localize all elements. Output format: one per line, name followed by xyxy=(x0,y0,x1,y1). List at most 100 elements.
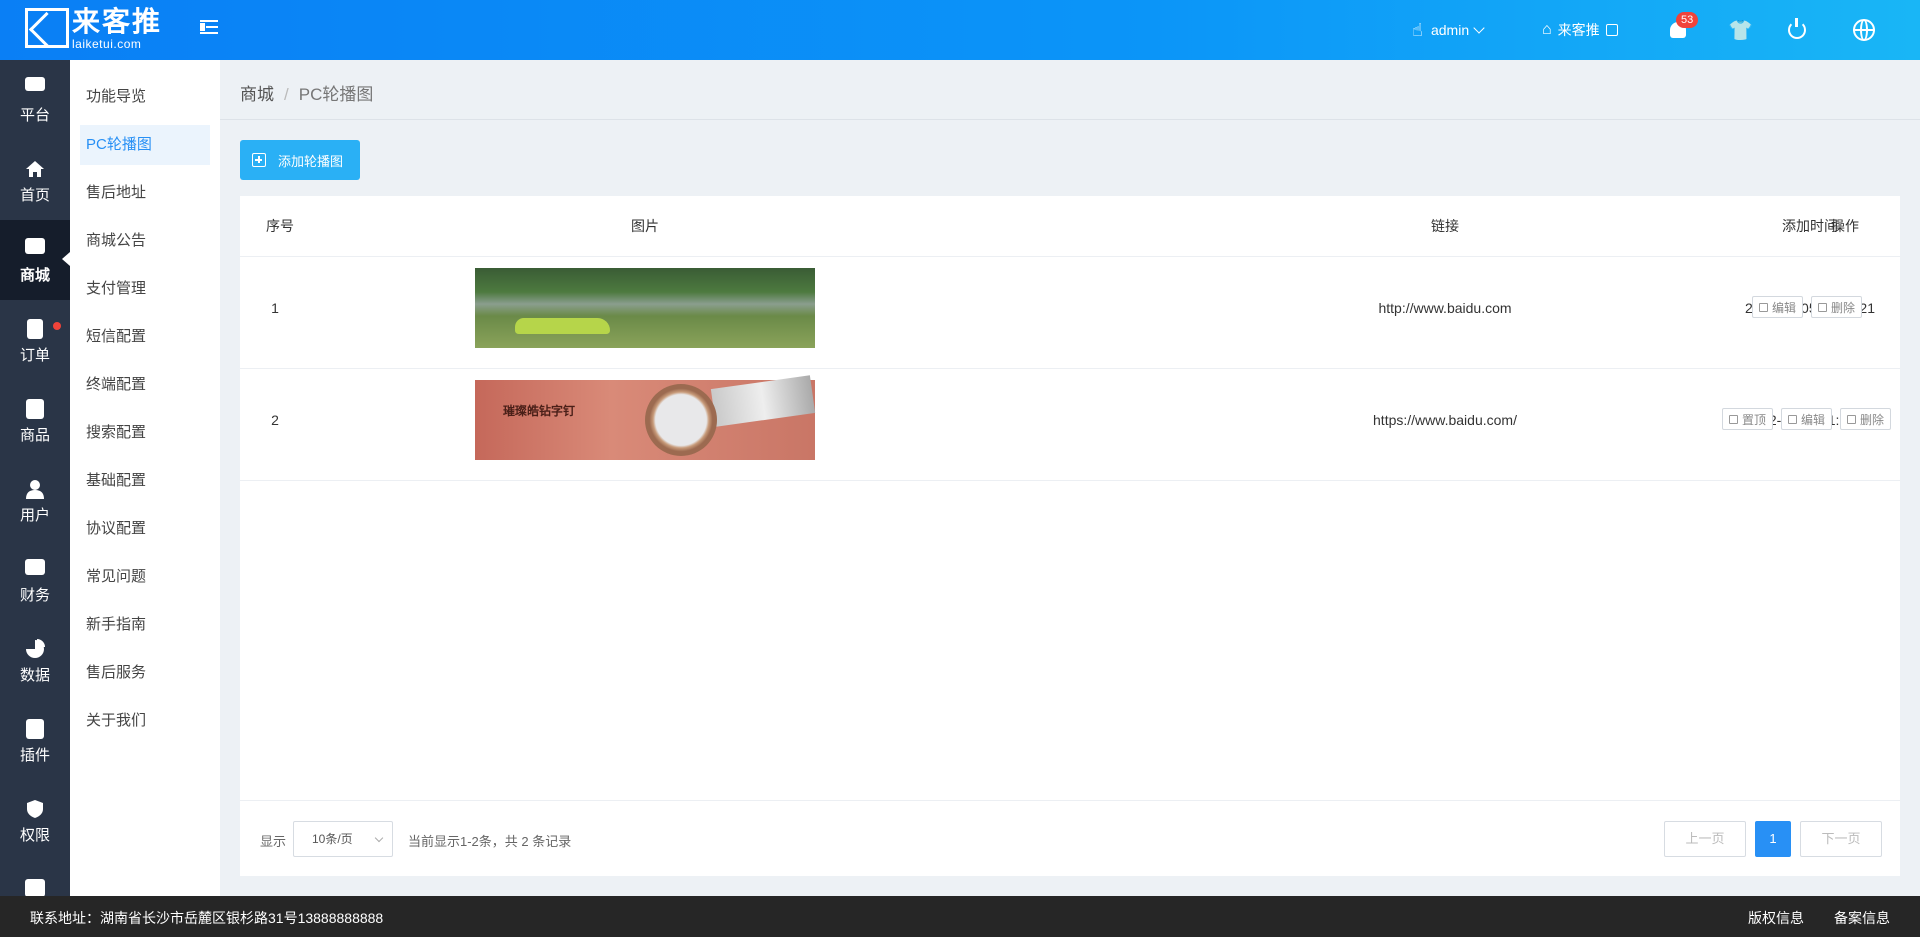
page-size-select[interactable]: 10条/页 xyxy=(293,821,393,857)
logout-button[interactable] xyxy=(1788,0,1806,60)
globe-icon xyxy=(1853,19,1875,41)
nav-label: 订单 xyxy=(19,347,50,364)
nav-order[interactable]: 订单 xyxy=(0,300,70,380)
subnav-item[interactable]: 基础配置 xyxy=(80,461,210,501)
prev-page-button[interactable]: 上一页 xyxy=(1664,821,1746,857)
breadcrumb-separator: / xyxy=(284,85,289,104)
copyright-link[interactable]: 版权信息 xyxy=(1748,908,1804,928)
delete-label: 删除 xyxy=(1860,412,1885,427)
notification-button[interactable] xyxy=(1670,0,1686,60)
logo[interactable]: 来客推 laiketui.com xyxy=(72,6,163,52)
nav-label: 插件 xyxy=(19,747,50,764)
order-icon xyxy=(27,319,43,339)
external-link-icon xyxy=(1605,24,1618,36)
subnav-item[interactable]: 支付管理 xyxy=(80,269,210,309)
subnav-item-active[interactable]: PC轮播图 xyxy=(80,125,210,165)
shirt-icon: 👕 xyxy=(1728,19,1753,42)
subnav-item[interactable]: 搜索配置 xyxy=(80,413,210,453)
subnav-item[interactable]: 商城公告 xyxy=(80,221,210,261)
menu-toggle-icon[interactable] xyxy=(200,18,218,36)
trash-icon xyxy=(1847,414,1857,424)
nav-home[interactable]: 首页 xyxy=(0,140,70,220)
row-index: 1 xyxy=(271,300,279,316)
subnav-item[interactable]: 关于我们 xyxy=(80,701,210,741)
subnav-item[interactable]: 售后服务 xyxy=(80,653,210,693)
subnav-item[interactable]: 终端配置 xyxy=(80,365,210,405)
breadcrumb-bar: 商城 / PC轮播图 xyxy=(220,60,1920,120)
contact-address: 联系地址：湖南省长沙市岳麓区银杉路31号13888888888 xyxy=(30,910,384,926)
power-icon xyxy=(1788,18,1806,39)
nav-more[interactable] xyxy=(0,860,70,896)
logo-icon xyxy=(25,8,69,48)
breadcrumb-current: PC轮播图 xyxy=(298,85,374,104)
breadcrumb-root[interactable]: 商城 xyxy=(240,85,274,104)
nav-label: 商城 xyxy=(19,267,50,284)
plus-square-icon xyxy=(252,153,266,167)
car-shape xyxy=(515,318,610,334)
pagination-bar: 显示 10条/页 当前显示1-2条，共 2 条记录 上一页 1 下一页 xyxy=(240,800,1900,876)
nav-plugin[interactable]: 插件 xyxy=(0,700,70,780)
nav-mall[interactable]: 商城 xyxy=(0,220,70,300)
logo-subtitle: laiketui.com xyxy=(72,37,142,51)
nav-finance[interactable]: 财务 xyxy=(0,540,70,620)
subnav-item[interactable]: 短信配置 xyxy=(80,317,210,357)
pin-top-button[interactable]: 置顶 xyxy=(1722,408,1774,430)
nav-label: 数据 xyxy=(19,667,50,684)
breadcrumb: 商城 / PC轮播图 xyxy=(240,80,373,105)
add-carousel-button[interactable]: 添加轮播图 xyxy=(240,140,360,180)
carousel-table: 序号 图片 链接 添加时间 操作 1 http://www.baidu.com … xyxy=(240,196,1900,876)
col-header-ops: 操作 xyxy=(1831,218,1859,234)
primary-sidebar: 平台 首页 商城 订单 商品 用户 财务 数据 插件 权限 xyxy=(0,60,70,896)
edit-button[interactable]: 编辑 xyxy=(1781,408,1833,430)
nav-user[interactable]: 用户 xyxy=(0,460,70,540)
filing-link[interactable]: 备案信息 xyxy=(1834,908,1890,928)
image-icon xyxy=(25,879,45,896)
next-page-button[interactable]: 下一页 xyxy=(1800,821,1882,857)
edit-icon xyxy=(1759,302,1768,312)
page-number-button[interactable]: 1 xyxy=(1755,821,1791,857)
mall-icon xyxy=(25,238,45,254)
subnav-item[interactable]: 新手指南 xyxy=(80,605,210,645)
subnav-item[interactable]: 协议配置 xyxy=(80,509,210,549)
col-header-link: 链接 xyxy=(1431,218,1459,234)
store-link[interactable]: ⌂ 来客推 xyxy=(1542,0,1618,60)
subnav-item[interactable]: 售后地址 xyxy=(80,173,210,213)
nav-goods[interactable]: 商品 xyxy=(0,380,70,460)
edit-button[interactable]: 编辑 xyxy=(1752,296,1804,318)
delete-button[interactable]: 删除 xyxy=(1811,296,1863,318)
nav-label: 商品 xyxy=(19,427,50,444)
home-icon xyxy=(25,159,45,179)
watch-face xyxy=(645,384,717,456)
page-footer: 联系地址：湖南省长沙市岳麓区银杉路31号13888888888 版权信息 备案信… xyxy=(0,896,1920,937)
nav-data[interactable]: 数据 xyxy=(0,620,70,700)
logo-title: 来客推 xyxy=(72,6,163,37)
nav-platform[interactable]: 平台 xyxy=(0,60,70,140)
carousel-image xyxy=(475,268,815,348)
user-menu[interactable]: ☝ admin xyxy=(1412,0,1485,60)
wallet-icon xyxy=(25,559,45,575)
secondary-sidebar: 功能导览 PC轮播图 售后地址 商城公告 支付管理 短信配置 终端配置 搜索配置… xyxy=(70,60,220,896)
divider xyxy=(240,480,1900,481)
edit-label: 编辑 xyxy=(1801,412,1826,427)
theme-button[interactable]: 👕 xyxy=(1728,0,1753,60)
row-index: 2 xyxy=(271,412,279,428)
order-dot xyxy=(53,322,61,330)
row-link: http://www.baidu.com xyxy=(1378,300,1512,316)
add-carousel-label: 添加轮播图 xyxy=(278,153,344,169)
nav-permission[interactable]: 权限 xyxy=(0,780,70,860)
goods-icon xyxy=(26,399,44,419)
row-link: https://www.baidu.com/ xyxy=(1373,412,1517,428)
delete-button[interactable]: 删除 xyxy=(1840,408,1892,430)
chevron-down-icon xyxy=(374,833,384,843)
language-button[interactable] xyxy=(1853,0,1875,60)
subnav-item[interactable]: 常见问题 xyxy=(80,557,210,597)
record-summary: 当前显示1-2条，共 2 条记录 xyxy=(408,834,572,849)
image-caption: 璀璨皓钻字钉 xyxy=(503,404,576,418)
edit-label: 编辑 xyxy=(1772,300,1797,315)
platform-icon xyxy=(25,77,45,91)
subnav-item[interactable]: 功能导览 xyxy=(80,77,210,117)
page-size-value: 10条/页 xyxy=(312,832,353,846)
store-name: 来客推 xyxy=(1557,22,1600,38)
top-header: 来客推 laiketui.com ☝ admin ⌂ 来客推 53 👕 xyxy=(0,0,1920,60)
pin-top-icon xyxy=(1729,414,1738,424)
